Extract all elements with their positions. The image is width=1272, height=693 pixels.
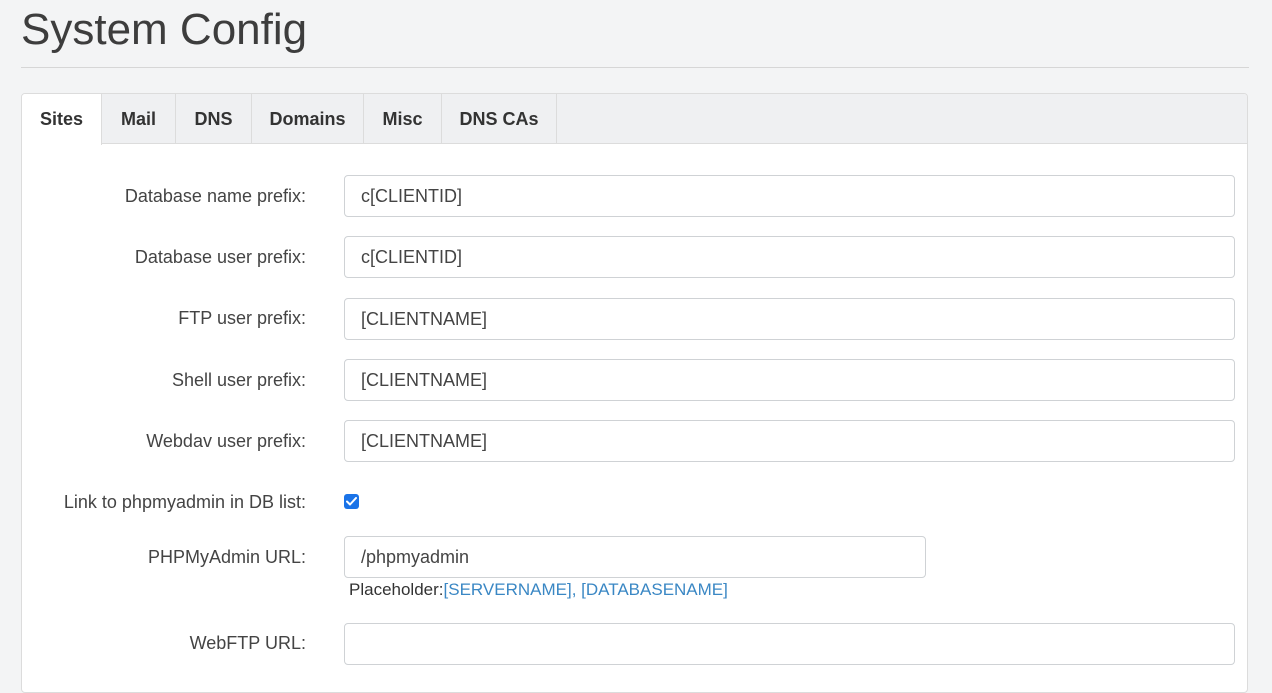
placeholder-separator: , — [571, 580, 582, 599]
webdav-user-prefix-label: Webdav user prefix: — [146, 431, 306, 451]
tab-misc[interactable]: Misc — [364, 94, 442, 144]
page-title: System Config — [21, 5, 308, 54]
db-user-prefix-label: Database user prefix: — [134, 247, 306, 267]
placeholder-hint-prefix: Placeholder: — [349, 580, 444, 599]
ftp-user-prefix-label: FTP user prefix: — [178, 308, 306, 328]
tab-mail[interactable]: Mail — [102, 94, 176, 144]
tab-sites[interactable]: Sites — [22, 94, 102, 145]
db-name-prefix-input[interactable] — [344, 175, 1235, 217]
tab-domains[interactable]: Domains — [252, 94, 364, 144]
phpmyadmin-url-input[interactable] — [344, 536, 926, 578]
placeholder-hint: Placeholder:[SERVERNAME], [DATABASENAME] — [349, 580, 728, 600]
db-user-prefix-input[interactable] — [344, 236, 1235, 278]
db-name-prefix-label: Database name prefix: — [124, 186, 306, 206]
tab-bar: Sites Mail DNS Domains Misc DNS CAs — [22, 94, 1247, 145]
webftp-url-input[interactable] — [344, 623, 1235, 665]
ftp-user-prefix-input[interactable] — [344, 298, 1235, 340]
checkmark-icon — [346, 497, 357, 506]
shell-user-prefix-input[interactable] — [344, 359, 1235, 401]
config-panel: Sites Mail DNS Domains Misc DNS CAs Data… — [21, 93, 1248, 693]
phpmyadmin-link-label: Link to phpmyadmin in DB list: — [63, 492, 306, 512]
shell-user-prefix-label: Shell user prefix: — [171, 370, 306, 390]
phpmyadmin-link-checkbox[interactable] — [344, 494, 359, 509]
placeholder-servername[interactable]: [SERVERNAME] — [444, 580, 572, 599]
title-divider — [21, 67, 1249, 68]
webftp-url-label: WebFTP URL: — [189, 633, 306, 653]
placeholder-databasename[interactable]: [DATABASENAME] — [581, 580, 728, 599]
tab-dns[interactable]: DNS — [176, 94, 252, 144]
tab-dns-cas[interactable]: DNS CAs — [442, 94, 557, 144]
phpmyadmin-url-label: PHPMyAdmin URL: — [147, 547, 306, 567]
webdav-user-prefix-input[interactable] — [344, 420, 1235, 462]
